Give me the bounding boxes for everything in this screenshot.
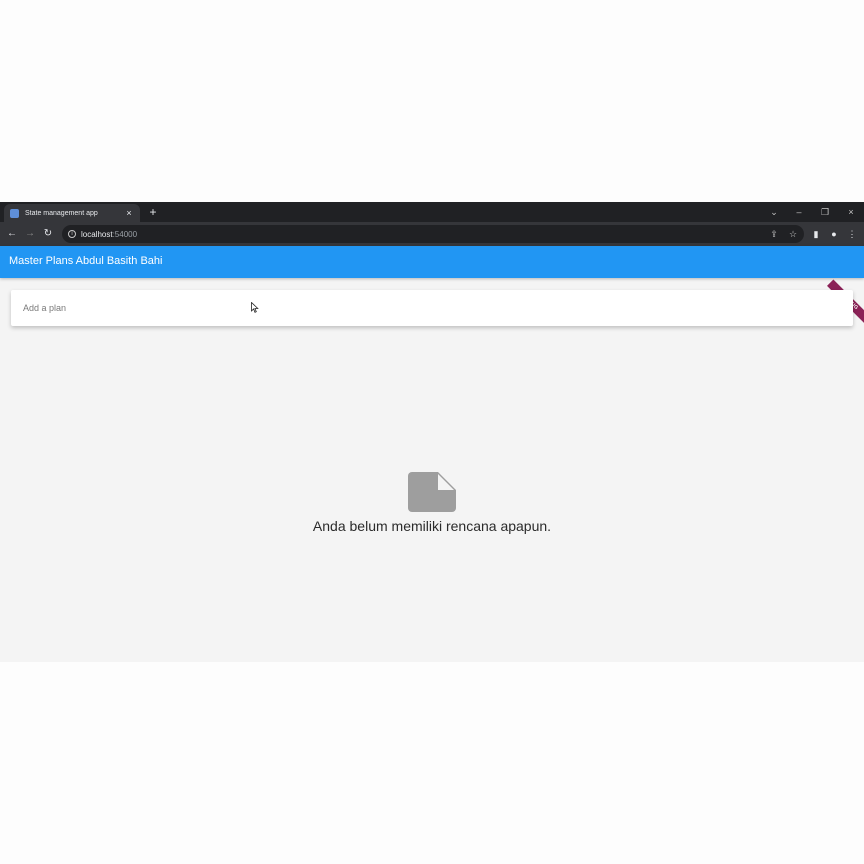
mouse-cursor-icon [251, 302, 259, 313]
close-window-button[interactable]: × [845, 206, 857, 218]
share-icon[interactable]: ⇪ [768, 228, 780, 240]
page-title: Master Plans Abdul Basith Bahi [9, 255, 163, 267]
back-button[interactable]: ← [6, 227, 18, 241]
note-icon [408, 472, 456, 512]
side-panel-icon[interactable]: ▮ [810, 227, 822, 241]
menu-icon[interactable]: ⋮ [846, 227, 858, 241]
address-bar[interactable]: i localhost :54000 ⇪ ☆ [62, 225, 804, 243]
new-tab-button[interactable]: + [146, 205, 160, 219]
reload-button[interactable]: ↻ [42, 227, 54, 241]
tab-strip: State management app × + ⌄ – ❐ × [0, 202, 864, 222]
minimize-button[interactable]: – [793, 206, 805, 218]
restore-button[interactable]: ❐ [819, 206, 831, 218]
tab-close-icon[interactable]: × [124, 208, 134, 218]
screenshot-stage: State management app × + ⌄ – ❐ × ← → ↻ i… [0, 0, 864, 864]
browser-toolbar: ← → ↻ i localhost :54000 ⇪ ☆ ▮ ● ⋮ [0, 222, 864, 246]
tab-title: State management app [25, 209, 98, 217]
forward-button[interactable]: → [24, 227, 36, 241]
site-info-icon[interactable]: i [68, 230, 76, 238]
app-bar: Master Plans Abdul Basith Bahi DEBUG [0, 246, 864, 326]
url-port: :54000 [112, 229, 138, 239]
empty-state: Anda belum memiliki rencana apapun. [0, 472, 864, 534]
bookmark-star-icon[interactable]: ☆ [787, 228, 799, 240]
add-plan-input[interactable] [23, 300, 623, 316]
tab-active[interactable]: State management app × [4, 204, 140, 222]
add-plan-card [11, 290, 853, 326]
flutter-favicon-icon [10, 208, 19, 218]
profile-icon[interactable]: ● [828, 227, 840, 241]
tab-search-icon[interactable]: ⌄ [768, 206, 780, 218]
empty-state-message: Anda belum memiliki rencana apapun. [312, 518, 552, 534]
url-host: localhost [81, 229, 113, 239]
browser-window: State management app × + ⌄ – ❐ × ← → ↻ i… [0, 202, 864, 662]
